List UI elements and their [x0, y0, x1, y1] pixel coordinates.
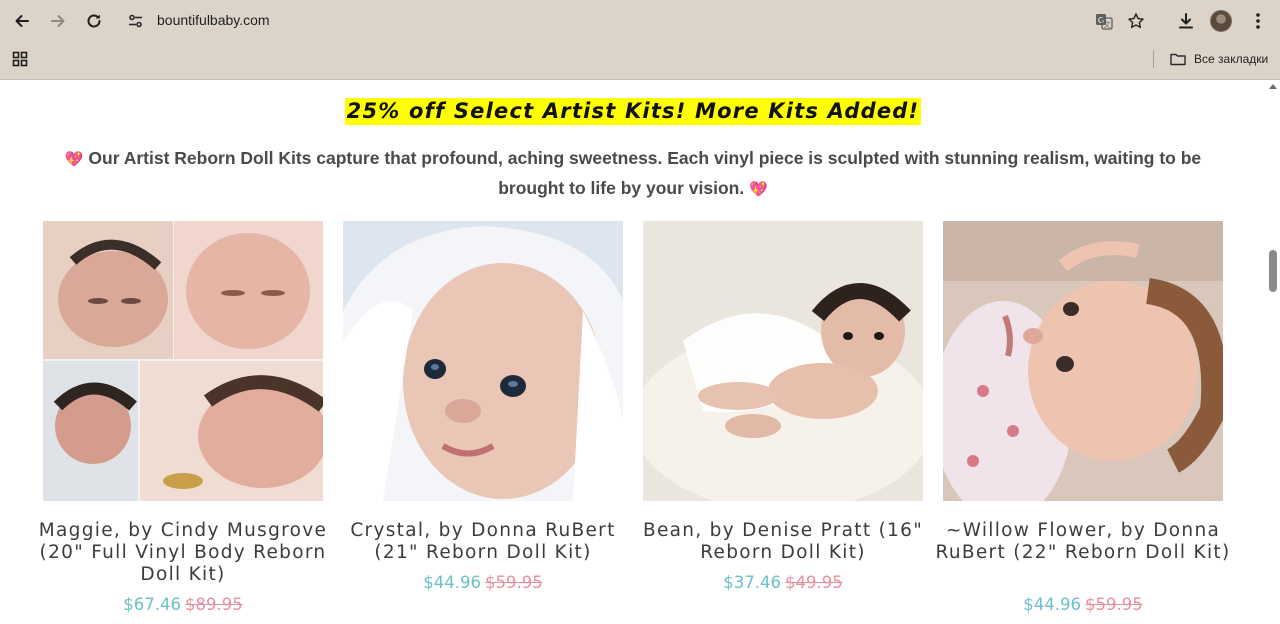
browser-chrome: bountifulbaby.com G文 Все закладки: [0, 0, 1280, 80]
forward-icon[interactable]: [45, 8, 71, 34]
original-price: $59.95: [485, 573, 543, 592]
reload-icon[interactable]: [81, 8, 107, 34]
product-image[interactable]: [43, 221, 323, 501]
page-content: 25% off Select Artist Kits! More Kits Ad…: [0, 80, 1266, 624]
product-price: $37.46 $49.95: [643, 573, 923, 592]
product-grid: Maggie, by Cindy Musgrove (20" Full Viny…: [39, 221, 1229, 624]
heart-icon: 💖: [64, 151, 84, 168]
heart-icon: 💖: [749, 181, 768, 198]
product-price: $44.96 $59.95: [343, 573, 623, 592]
original-price: $59.95: [1085, 595, 1143, 614]
sale-price: $44.96: [1023, 595, 1081, 614]
translate-icon[interactable]: G文: [1092, 9, 1116, 33]
menu-icon[interactable]: [1246, 9, 1270, 33]
svg-text:文: 文: [1104, 20, 1111, 29]
product-image[interactable]: [343, 221, 623, 501]
product-title[interactable]: ~Willow Flower, by Donna RuBert (22" Reb…: [933, 520, 1233, 564]
product-image[interactable]: [943, 221, 1223, 501]
sale-price: $37.46: [723, 573, 781, 592]
browser-toolbar: bountifulbaby.com G文: [0, 0, 1280, 42]
intro-body: Our Artist Reborn Doll Kits capture that…: [88, 148, 1202, 198]
apps-icon[interactable]: [12, 51, 28, 67]
star-icon[interactable]: [1124, 9, 1148, 33]
page-scrollbar[interactable]: [1266, 80, 1280, 624]
original-price: $49.95: [785, 573, 843, 592]
intro-text: 💖 Our Artist Reborn Doll Kits capture th…: [60, 144, 1206, 204]
address-bar[interactable]: bountifulbaby.com: [157, 12, 270, 28]
all-bookmarks-link[interactable]: Все закладки: [1194, 52, 1268, 66]
bookmarks-divider: [1153, 50, 1154, 68]
product-title[interactable]: Crystal, by Donna RuBert (21" Reborn Dol…: [333, 520, 633, 564]
product-price: $44.96 $59.95: [943, 595, 1223, 614]
sale-price: $67.46: [123, 595, 181, 614]
product-price: $67.46 $89.95: [43, 595, 323, 614]
bookmarks-bar: Все закладки: [0, 44, 1280, 74]
avatar[interactable]: [1210, 10, 1232, 32]
promo-banner: 25% off Select Artist Kits! More Kits Ad…: [0, 98, 1266, 125]
back-icon[interactable]: [9, 8, 35, 34]
site-info-icon[interactable]: [126, 11, 146, 31]
product-title[interactable]: Maggie, by Cindy Musgrove (20" Full Viny…: [33, 520, 333, 586]
original-price: $89.95: [185, 595, 243, 614]
product-image[interactable]: [643, 221, 923, 501]
product-title[interactable]: Bean, by Denise Pratt (16" Reborn Doll K…: [633, 520, 933, 564]
sale-price: $44.96: [423, 573, 481, 592]
promo-text[interactable]: 25% off Select Artist Kits! More Kits Ad…: [344, 98, 922, 125]
scroll-up-arrow-icon[interactable]: [1269, 84, 1277, 89]
folder-icon[interactable]: [1170, 52, 1186, 66]
scrollbar-thumb[interactable]: [1269, 250, 1277, 292]
download-icon[interactable]: [1174, 9, 1198, 33]
